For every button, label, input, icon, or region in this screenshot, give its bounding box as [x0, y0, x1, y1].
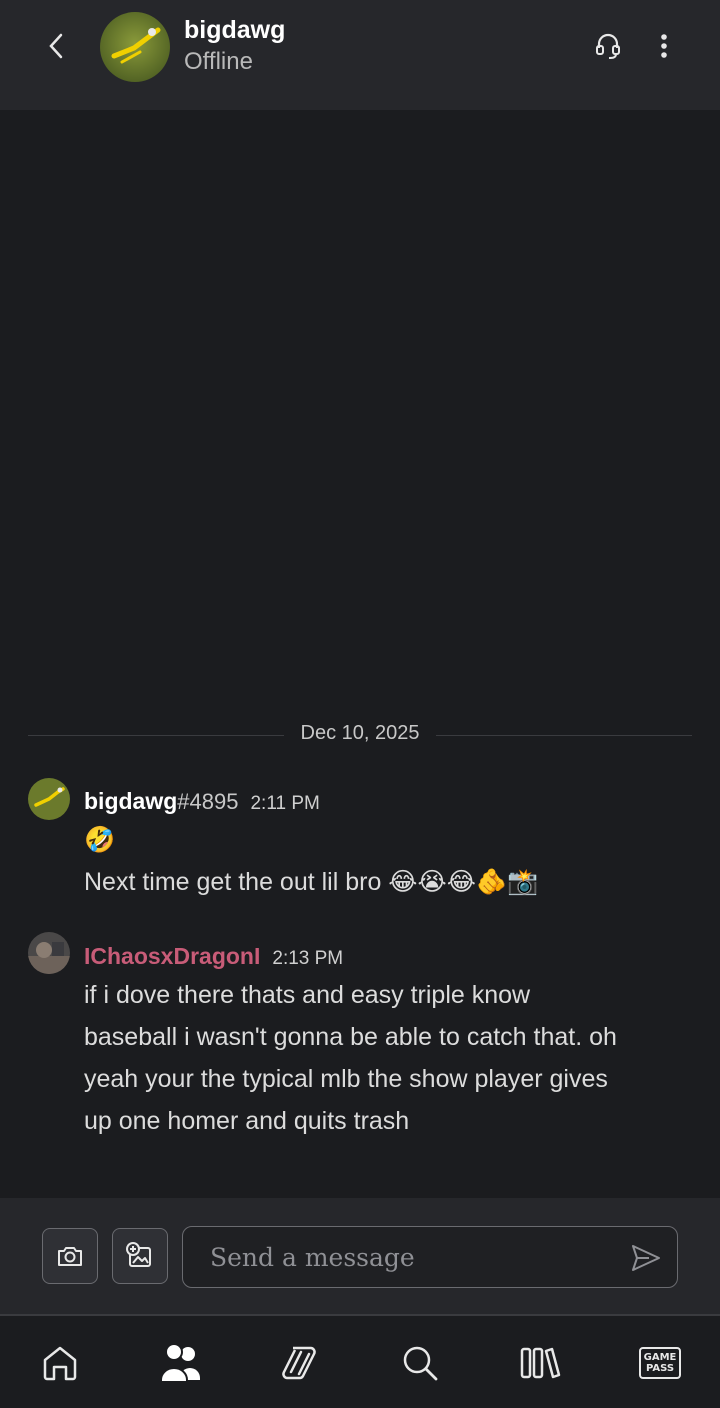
- date-label: Dec 10, 2025: [286, 722, 434, 744]
- more-options-button[interactable]: [646, 28, 682, 64]
- message-line: if i dove there thats and easy triple kn…: [84, 981, 531, 1009]
- message-time: 2:13 PM: [272, 948, 344, 969]
- game-pass-icon: GAME PASS: [639, 1347, 681, 1379]
- avatar[interactable]: [28, 778, 70, 820]
- message-line: baseball i wasn't gonna be able to catch…: [84, 1023, 617, 1051]
- avatar[interactable]: [100, 12, 170, 82]
- sender-tag: #4895: [177, 789, 239, 814]
- nav-friends[interactable]: [150, 1338, 210, 1388]
- nav-home[interactable]: [30, 1338, 90, 1388]
- message-time: 2:11 PM: [250, 793, 320, 814]
- message-header: IChaosxDragonI 2:13 PM: [84, 943, 343, 970]
- nav-library[interactable]: [510, 1338, 570, 1388]
- back-button[interactable]: [38, 28, 74, 64]
- nav-search[interactable]: [390, 1338, 450, 1388]
- bottom-nav: GAME PASS: [0, 1316, 720, 1408]
- cloud-gaming-icon: [282, 1346, 316, 1380]
- message-line: yeah your the typical mlb the show playe…: [84, 1065, 608, 1093]
- camera-button[interactable]: [42, 1228, 98, 1284]
- search-icon: [403, 1346, 438, 1381]
- send-icon[interactable]: [629, 1241, 663, 1275]
- gallery-button[interactable]: [112, 1228, 168, 1284]
- sender-name[interactable]: bigdawg: [84, 788, 177, 814]
- friends-icon: [160, 1343, 200, 1383]
- message-body: if i dove there thats and easy triple kn…: [84, 974, 617, 1142]
- more-vertical-icon: [661, 34, 667, 58]
- message-body: 🤣 Next time get the out lil bro 😂😭😂🫵📸: [84, 819, 538, 903]
- contact-name[interactable]: bigdawg: [184, 16, 285, 45]
- message-list[interactable]: Dec 10, 2025 bigdawg#4895 2:11 PM 🤣 Next …: [0, 110, 720, 1198]
- chat-header: bigdawg Offline: [0, 0, 720, 110]
- headset-icon: [596, 33, 620, 59]
- date-separator: Dec 10, 2025: [28, 722, 692, 748]
- message-header: bigdawg#4895 2:11 PM: [84, 788, 320, 815]
- message-composer: Send a message: [0, 1198, 720, 1314]
- add-image-icon: [126, 1242, 151, 1267]
- message-line: up one homer and quits trash: [84, 1107, 410, 1135]
- game-pass-label: GAME: [643, 1352, 677, 1363]
- voice-chat-button[interactable]: [590, 28, 626, 64]
- message-placeholder: Send a message: [210, 1243, 415, 1272]
- chevron-left-icon: [49, 33, 63, 59]
- game-pass-label: PASS: [645, 1363, 675, 1374]
- nav-game-pass[interactable]: GAME PASS: [630, 1338, 690, 1388]
- message-line: 🤣: [84, 825, 116, 854]
- message-input[interactable]: Send a message: [182, 1226, 678, 1288]
- camera-icon: [58, 1247, 82, 1266]
- sender-name[interactable]: IChaosxDragonI: [84, 943, 260, 969]
- library-icon: [520, 1347, 561, 1379]
- home-icon: [43, 1346, 77, 1381]
- avatar[interactable]: [28, 932, 70, 974]
- contact-status: Offline: [184, 48, 253, 75]
- nav-cloud-gaming[interactable]: [270, 1338, 330, 1388]
- message-line: Next time get the out lil bro 😂😭😂🫵📸: [84, 868, 539, 896]
